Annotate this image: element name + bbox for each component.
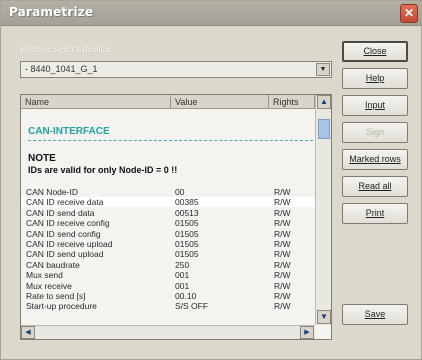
table-row[interactable]: CAN Node-ID 00 R/W <box>21 187 316 197</box>
cell-rights: R/W <box>274 207 291 218</box>
cell-name: Rate to send [s] <box>26 291 86 301</box>
read-all-button[interactable]: Read all <box>342 176 408 197</box>
device-select-value: - 8440_1041_G_1 <box>25 64 98 74</box>
column-header-value[interactable]: Value <box>171 95 269 109</box>
save-button[interactable]: Save <box>342 304 408 325</box>
column-header-rights[interactable]: Rights <box>269 95 315 109</box>
vertical-scrollbar[interactable]: ▲ ▼ <box>315 95 331 325</box>
table-row[interactable]: Start-up procedure S/S OFF R/W <box>21 301 316 311</box>
cell-rights: R/W <box>274 239 291 249</box>
cell-name: CAN baudrate <box>26 259 80 270</box>
table-row[interactable]: Mux receive 001 R/W <box>21 281 316 291</box>
cell-rights: R/W <box>274 249 291 260</box>
cell-value: 250 <box>175 259 190 270</box>
cell-name: CAN ID receive config <box>26 218 110 229</box>
input-button[interactable]: Input <box>342 95 408 116</box>
cell-rights: R/W <box>274 218 291 229</box>
cell-value: 01505 <box>175 228 199 239</box>
cell-rights: R/W <box>274 270 291 281</box>
table-row[interactable]: CAN baudrate 250 R/W <box>21 260 316 270</box>
title-bar[interactable]: Parametrize ✕ <box>1 1 421 26</box>
cell-rights: R/W <box>274 301 291 312</box>
note-text: IDs are valid for only Node-ID = 0 !! <box>28 165 178 175</box>
marked-rows-button[interactable]: Marked rows <box>342 149 408 170</box>
cell-name: CAN Node-ID <box>26 187 78 197</box>
cell-name: Mux receive <box>26 280 72 291</box>
cell-name: Mux send <box>26 270 63 281</box>
cell-value: 00513 <box>175 207 199 218</box>
horizontal-scrollbar[interactable]: ◀ ▶ <box>21 325 315 339</box>
cell-value: 00 <box>175 187 185 197</box>
parameter-table: Name Value Rights CAN-INTERFACE NOTE IDs… <box>20 94 332 340</box>
cell-value: S/S OFF <box>175 301 209 312</box>
section-title: CAN-INTERFACE <box>28 126 110 137</box>
table-row[interactable]: Mux send 001 R/W <box>21 270 316 280</box>
scroll-left-icon[interactable]: ◀ <box>21 326 35 339</box>
device-select[interactable]: - 8440_1041_G_1 ▼ <box>20 61 332 78</box>
close-icon[interactable]: ✕ <box>400 4 418 23</box>
scroll-thumb[interactable] <box>318 119 330 139</box>
help-button[interactable]: Help <box>342 68 408 89</box>
cell-rights: R/W <box>274 291 291 301</box>
cell-rights: R/W <box>274 197 291 208</box>
cell-name: Start-up procedure <box>26 301 97 312</box>
cell-name: CAN ID send data <box>26 207 95 218</box>
note-title: NOTE <box>28 153 56 164</box>
cell-value: 01505 <box>175 249 199 260</box>
cell-rights: R/W <box>274 187 291 197</box>
column-header-name[interactable]: Name <box>21 95 171 109</box>
dropdown-arrow-icon[interactable]: ▼ <box>316 63 330 76</box>
cell-name: CAN ID receive data <box>26 197 104 208</box>
sign-button: Sign <box>342 122 408 143</box>
scroll-up-icon[interactable]: ▲ <box>317 95 331 109</box>
table-row[interactable]: CAN ID receive config 01505 R/W <box>21 218 316 228</box>
cell-name: CAN ID send upload <box>26 249 104 260</box>
table-row[interactable]: CAN ID receive upload 01505 R/W <box>21 239 316 249</box>
cell-rights: R/W <box>274 259 291 270</box>
parametrize-dialog: Parametrize ✕ Please select device: - 84… <box>0 0 422 360</box>
section-divider <box>28 140 313 141</box>
cell-rights: R/W <box>274 228 291 239</box>
scroll-down-icon[interactable]: ▼ <box>317 310 331 324</box>
cell-name: CAN ID send config <box>26 228 101 239</box>
cell-value: 001 <box>175 270 190 281</box>
cell-value: 001 <box>175 280 190 291</box>
close-button[interactable]: Close <box>342 41 408 62</box>
scroll-right-icon[interactable]: ▶ <box>300 326 314 339</box>
device-label: Please select device: <box>20 44 114 55</box>
cell-value: 01505 <box>175 218 199 229</box>
cell-value: 00385 <box>175 197 199 208</box>
table-row[interactable]: CAN ID send config 01505 R/W <box>21 229 316 239</box>
table-row[interactable]: Rate to send [s] 00.10 R/W <box>21 291 316 301</box>
print-button[interactable]: Print <box>342 203 408 224</box>
window-title: Parametrize <box>9 5 94 19</box>
table-row[interactable]: CAN ID send data 00513 R/W <box>21 208 316 218</box>
cell-name: CAN ID receive upload <box>26 239 113 249</box>
cell-value: 00.10 <box>175 291 197 301</box>
table-row[interactable]: CAN ID send upload 01505 R/W <box>21 249 316 259</box>
table-row[interactable]: CAN ID receive data 00385 R/W <box>21 197 316 208</box>
cell-rights: R/W <box>274 280 291 291</box>
cell-value: 01505 <box>175 239 199 249</box>
